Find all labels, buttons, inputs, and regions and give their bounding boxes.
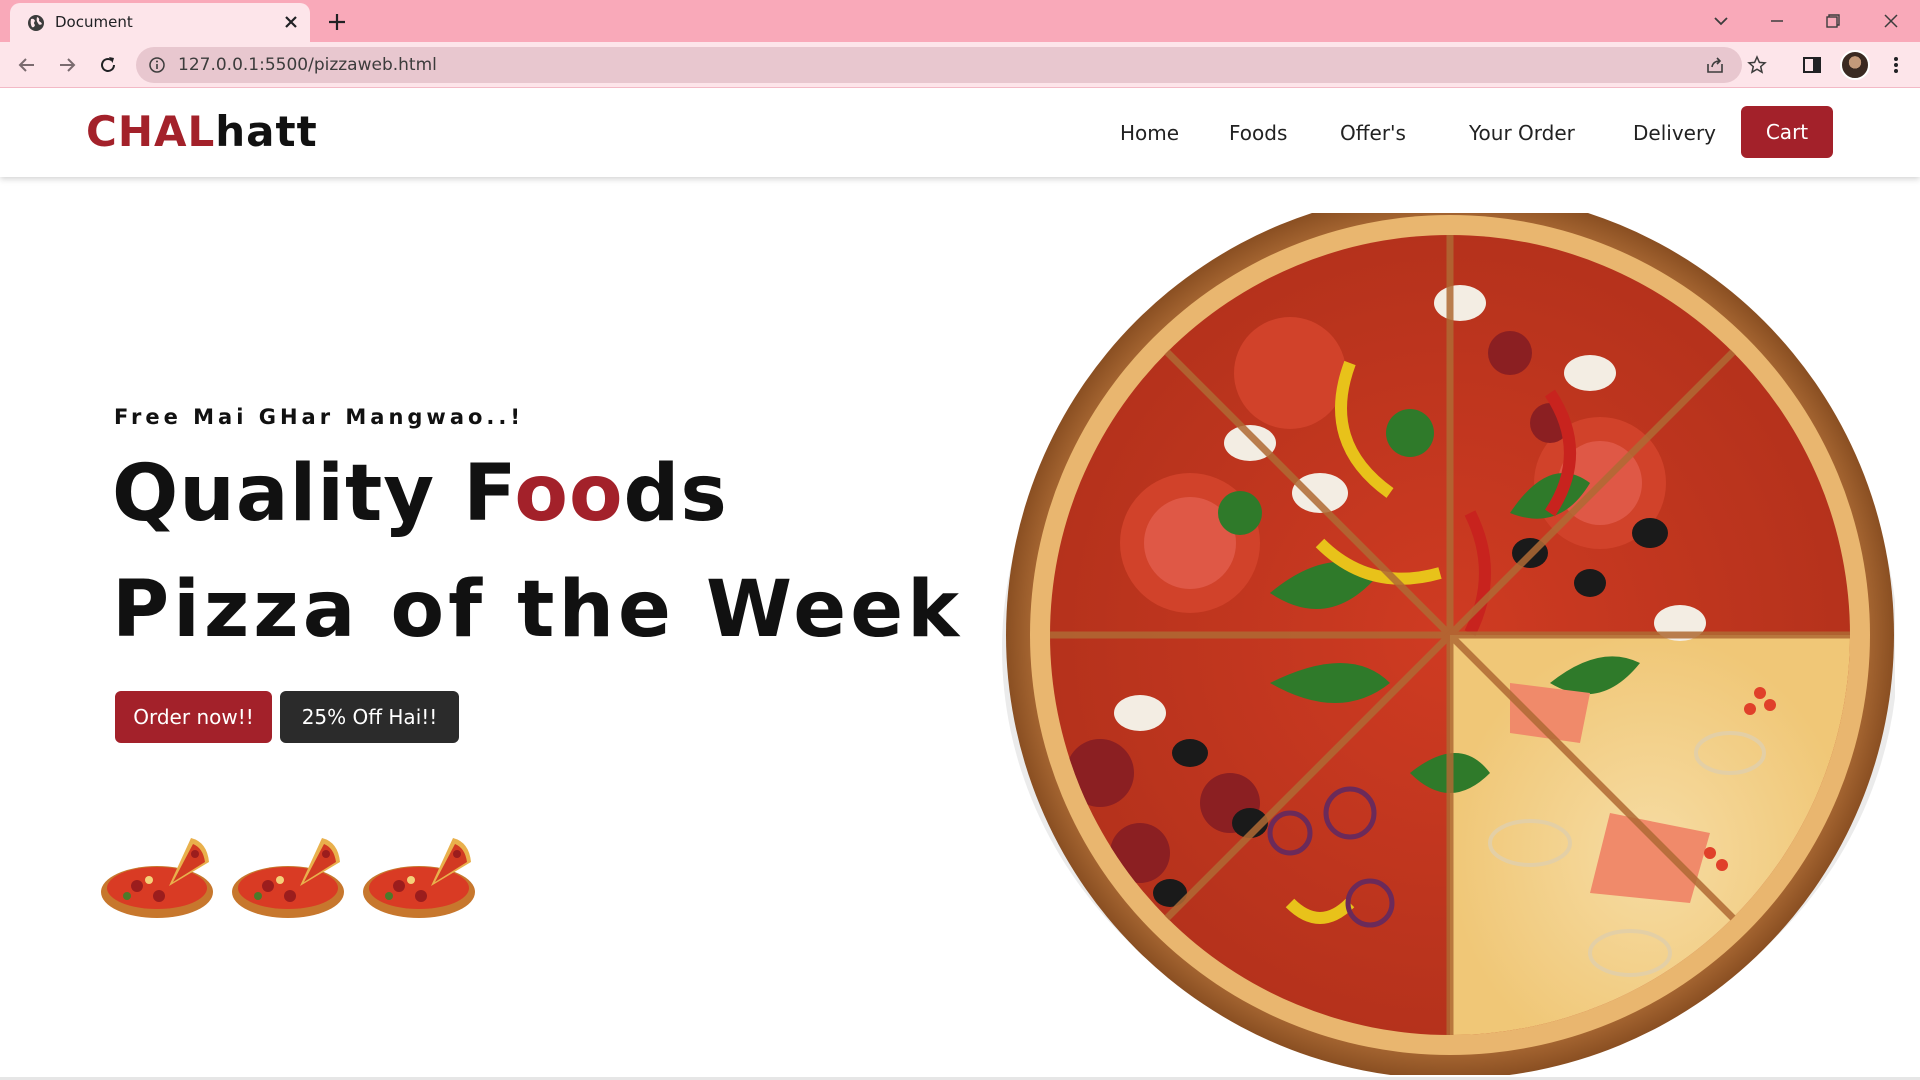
hero-pizza-image	[1002, 213, 1895, 1075]
logo-part-1: CHAL	[86, 107, 216, 156]
restore-icon[interactable]	[1820, 8, 1846, 34]
reload-icon[interactable]	[96, 53, 120, 77]
cart-button[interactable]: Cart	[1741, 106, 1833, 158]
star-icon[interactable]	[1746, 54, 1768, 76]
back-icon[interactable]	[15, 53, 39, 77]
nav-offers[interactable]: Offer's	[1340, 121, 1406, 145]
pizza-thumbnail[interactable]	[359, 824, 483, 924]
discount-offer-button[interactable]: 25% Off Hai!!	[280, 691, 459, 743]
window-close-icon[interactable]	[1878, 8, 1904, 34]
address-bar[interactable]: 127.0.0.1:5500/pizzaweb.html	[136, 47, 1767, 83]
profile-avatar[interactable]	[1840, 50, 1870, 80]
pizza-thumbnail[interactable]	[228, 824, 352, 924]
share-icon[interactable]	[1704, 54, 1726, 76]
headline1-pre: Quality F	[112, 449, 515, 539]
kebab-menu-icon[interactable]	[1884, 53, 1908, 77]
nav-home[interactable]: Home	[1120, 121, 1179, 145]
forward-icon[interactable]	[55, 53, 79, 77]
headline1-post: ds	[623, 449, 728, 539]
browser-toolbar: 127.0.0.1:5500/pizzaweb.html	[0, 42, 1920, 88]
logo-part-2: hatt	[215, 107, 318, 156]
minimize-icon[interactable]	[1764, 8, 1790, 34]
pizza-thumbnail[interactable]	[97, 824, 221, 924]
nav-delivery[interactable]: Delivery	[1633, 121, 1716, 145]
close-icon[interactable]	[280, 11, 302, 33]
tab-title: Document	[55, 13, 133, 31]
globe-icon	[28, 15, 44, 31]
browser-tab-strip: Document	[0, 0, 1920, 42]
order-now-button[interactable]: Order now!!	[115, 691, 272, 743]
hero-headline-2: Pizza of the Week	[112, 565, 963, 655]
headline1-accent: oo	[514, 449, 624, 539]
web-page: CHALhatt Home Foods Offer's Your Order D…	[0, 89, 1920, 1080]
browser-tab[interactable]: Document	[10, 3, 310, 42]
plus-icon[interactable]	[324, 9, 350, 35]
chevron-down-icon[interactable]	[1708, 8, 1734, 34]
side-panel-icon[interactable]	[1800, 53, 1824, 77]
site-header: CHALhatt Home Foods Offer's Your Order D…	[0, 89, 1920, 177]
info-icon[interactable]	[148, 56, 166, 74]
site-logo[interactable]: CHALhatt	[86, 107, 318, 156]
hero-tagline: Free Mai GHar Mangwao..!	[114, 405, 524, 429]
nav-your-order[interactable]: Your Order	[1469, 121, 1575, 145]
url-text[interactable]: 127.0.0.1:5500/pizzaweb.html	[178, 55, 437, 75]
nav-foods[interactable]: Foods	[1229, 121, 1287, 145]
hero-headline-1: Quality Foods	[112, 449, 728, 539]
